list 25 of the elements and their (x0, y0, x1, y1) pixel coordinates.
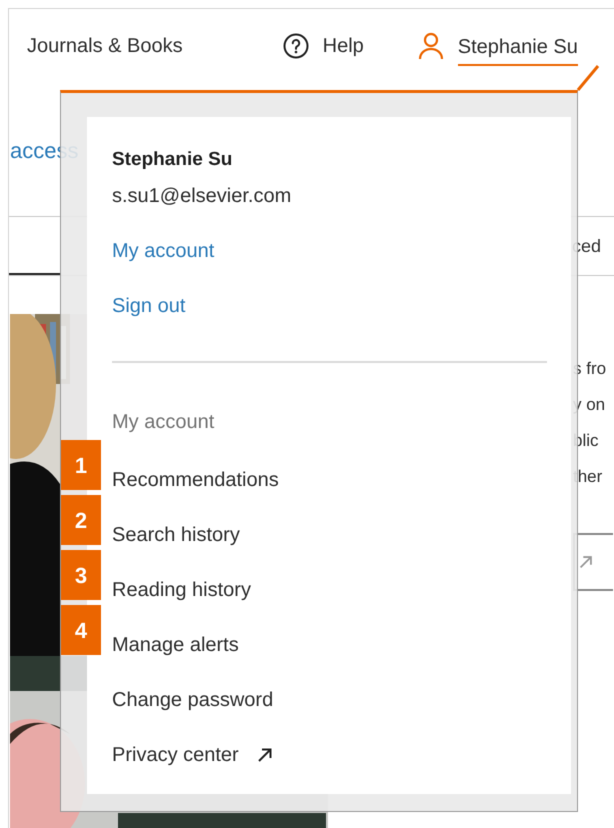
arrow-up-right-icon (577, 553, 595, 571)
journals-link[interactable]: Journals & Books (27, 31, 183, 61)
tab-label: ced (572, 234, 602, 258)
menu-link[interactable]: Sign out (112, 294, 186, 318)
number-badge: 3 (61, 550, 101, 600)
section-heading: My account (112, 410, 214, 434)
tab-underline (9, 273, 60, 275)
person-icon (418, 32, 444, 60)
menu-item[interactable]: Search history (112, 520, 240, 550)
menu-item[interactable]: Manage alerts (112, 630, 239, 660)
menu-link[interactable]: My account (112, 239, 214, 263)
menu-item[interactable]: Privacy center (112, 740, 275, 770)
user-name: Stephanie Su (112, 148, 232, 172)
menu-item[interactable]: Recommendations (112, 464, 279, 494)
help-icon (282, 33, 309, 59)
user-email: s.su1@elsevier.com (112, 184, 292, 208)
number-badge: 1 (61, 440, 101, 490)
help-link[interactable]: Help (322, 31, 364, 61)
number-badge: 4 (61, 605, 101, 655)
user-menu-button[interactable]: Stephanie Su (458, 32, 578, 66)
number-badge: 2 (61, 495, 101, 545)
body-text: blic (573, 430, 600, 452)
menu-item[interactable]: Change password (112, 684, 274, 714)
menu-item[interactable]: Reading history (112, 574, 251, 604)
body-text: ther (573, 466, 604, 488)
